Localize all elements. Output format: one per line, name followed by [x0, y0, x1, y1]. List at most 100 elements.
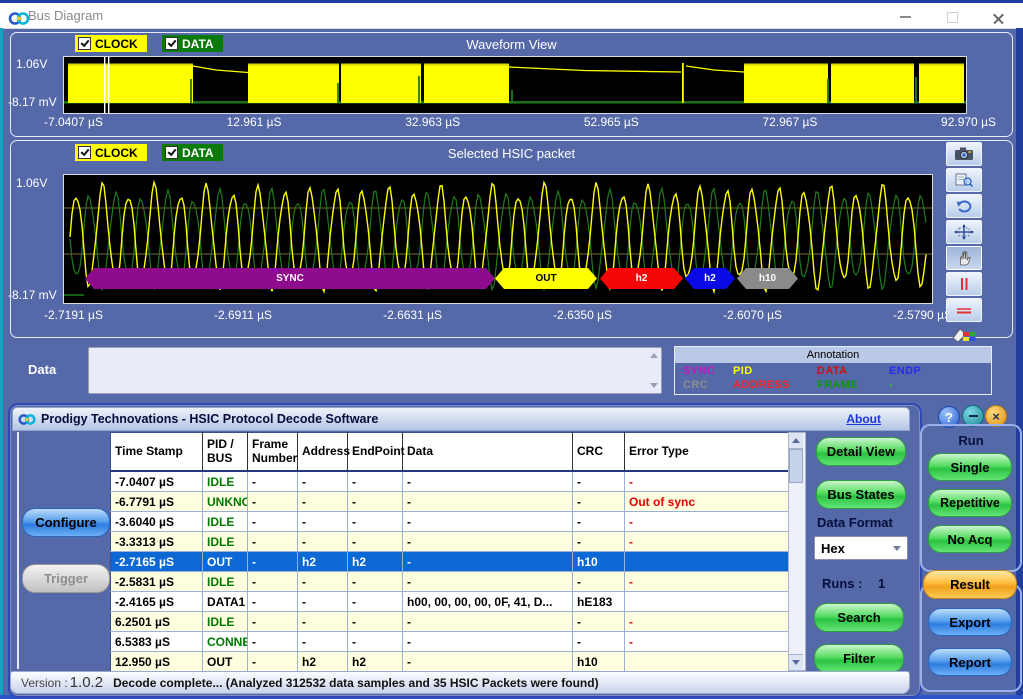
- column-header[interactable]: Error Type: [625, 433, 789, 472]
- table-row[interactable]: 6.2501 µSIDLE------: [111, 612, 789, 632]
- scroll-up-icon[interactable]: [650, 353, 658, 358]
- table-row[interactable]: 12.950 µSOUT-h2h2-h10: [111, 652, 789, 672]
- cell: -2.7165 µS: [111, 552, 203, 572]
- pan-hand-icon[interactable]: [946, 246, 982, 270]
- table-row[interactable]: -3.3313 µSIDLE------: [111, 532, 789, 552]
- annotation-colors-icon[interactable]: [946, 324, 982, 348]
- cell: h2: [298, 652, 348, 672]
- column-header[interactable]: CRC: [573, 433, 625, 472]
- vertical-cursors-icon[interactable]: [946, 272, 982, 296]
- annotation-item: ENDP: [889, 365, 921, 377]
- column-header[interactable]: Frame Number: [248, 433, 298, 472]
- packet-h10[interactable]: h10: [737, 268, 798, 289]
- table-row[interactable]: -2.4165 µSDATA1---h00, 00, 00, 00, 0F, 4…: [111, 592, 789, 612]
- packet-time-axis: -2.7191 µS -2.6911 µS -2.6631 µS -2.6350…: [44, 308, 952, 322]
- packet-h2[interactable]: h2: [685, 268, 735, 289]
- zoom-preview-icon[interactable]: [946, 168, 982, 192]
- cell: IDLE: [203, 572, 248, 592]
- cell: -: [248, 532, 298, 552]
- cell: [625, 652, 789, 672]
- cell: -3.3313 µS: [111, 532, 203, 552]
- column-header[interactable]: Address: [298, 433, 348, 472]
- close-button[interactable]: [982, 7, 1014, 29]
- repetitive-button[interactable]: Repetitive: [928, 489, 1012, 517]
- maximize-button[interactable]: [936, 6, 968, 28]
- data-format-value: Hex: [821, 541, 845, 556]
- app-logo-icon: [8, 11, 30, 26]
- table-row[interactable]: -6.7791 µSUNKNO...-----Out of sync: [111, 492, 789, 512]
- overview-waveform-plot[interactable]: [63, 56, 967, 114]
- time-tick: 92.970 µS: [941, 115, 996, 129]
- bus-states-button[interactable]: Bus States: [816, 480, 906, 509]
- packet-data-checkbox[interactable]: DATA: [162, 144, 223, 161]
- packet-clock-checkbox[interactable]: CLOCK: [75, 144, 147, 161]
- scroll-down-icon[interactable]: [650, 383, 658, 388]
- report-button[interactable]: Report: [928, 648, 1012, 676]
- packet-sync[interactable]: SYNC: [85, 268, 495, 289]
- chevron-down-icon: [893, 546, 901, 551]
- annotation-legend: Annotation SYNCPIDDATAENDPCRCADDRESSFRAM…: [674, 346, 992, 395]
- no-acq-button[interactable]: No Acq: [928, 525, 1012, 553]
- scrollbar-down-button[interactable]: [789, 654, 803, 670]
- cell: -: [248, 592, 298, 612]
- packet-out[interactable]: OUT: [495, 268, 597, 289]
- version-value: 1.0.2: [70, 674, 103, 691]
- trigger-button[interactable]: Trigger: [22, 564, 110, 593]
- close-icon: [992, 12, 1005, 25]
- y-max-label: 1.06V: [16, 57, 47, 71]
- cell: hE183: [573, 592, 625, 612]
- scrollbar-thumb[interactable]: [789, 449, 803, 483]
- cell: OUT: [203, 652, 248, 672]
- table-row[interactable]: -2.5831 µSIDLE------: [111, 572, 789, 592]
- column-header[interactable]: Data: [403, 433, 573, 472]
- annotation-item: FRAME: [817, 379, 858, 391]
- data-format-select[interactable]: Hex: [814, 536, 908, 560]
- time-tick: -2.5790 µS: [893, 308, 952, 322]
- packet-annotation-bar: SYNCOUTh2h2h10: [63, 268, 931, 289]
- column-header[interactable]: EndPoint: [348, 433, 403, 472]
- about-link[interactable]: About: [846, 412, 881, 426]
- run-panel-title: Run: [922, 433, 1020, 448]
- arrow-up-icon: [792, 438, 800, 443]
- clock-checkbox[interactable]: CLOCK: [75, 35, 147, 52]
- minimize-button[interactable]: [889, 6, 921, 28]
- scrollbar-up-button[interactable]: [789, 433, 803, 449]
- undo-icon[interactable]: [946, 194, 982, 218]
- cell: -: [573, 572, 625, 592]
- table-row[interactable]: 6.5383 µSCONNE...------: [111, 632, 789, 652]
- snapshot-camera-icon[interactable]: [946, 142, 982, 166]
- data-field[interactable]: [88, 347, 662, 394]
- cell: h2: [298, 552, 348, 572]
- table-row[interactable]: -2.7165 µSOUT-h2h2-h10: [111, 552, 789, 572]
- export-button[interactable]: Export: [928, 608, 1012, 636]
- annotation-title: Annotation: [675, 347, 991, 363]
- data-checkbox[interactable]: DATA: [162, 35, 223, 52]
- cell: -: [625, 512, 789, 532]
- table-scrollbar[interactable]: [788, 432, 806, 671]
- column-header[interactable]: PID / BUS: [203, 433, 248, 472]
- search-button[interactable]: Search: [814, 603, 904, 632]
- result-tab[interactable]: Result: [923, 570, 1017, 599]
- decoder-inset-left: [17, 432, 19, 669]
- table-row[interactable]: -3.6040 µSIDLE------: [111, 512, 789, 532]
- table-row[interactable]: -7.0407 µSIDLE------: [111, 471, 789, 492]
- configure-button[interactable]: Configure: [22, 508, 110, 537]
- cell: -2.5831 µS: [111, 572, 203, 592]
- window-title: Bus Diagram: [28, 8, 103, 23]
- packet-h2[interactable]: h2: [600, 268, 683, 289]
- fit-view-icon[interactable]: [946, 220, 982, 244]
- cell: -: [348, 572, 403, 592]
- single-button[interactable]: Single: [928, 453, 1012, 481]
- detail-view-button[interactable]: Detail View: [816, 437, 906, 466]
- horizontal-cursors-icon[interactable]: [946, 298, 982, 322]
- time-tick: -2.7191 µS: [44, 308, 103, 322]
- cell: -: [348, 492, 403, 512]
- cell: -: [573, 532, 625, 552]
- packet-clock-checkbox-box: [78, 146, 91, 159]
- column-header[interactable]: Time Stamp: [111, 433, 203, 472]
- cell: -: [403, 652, 573, 672]
- cell: -: [298, 592, 348, 612]
- filter-button[interactable]: Filter: [814, 644, 904, 673]
- runs-value: 1: [878, 576, 885, 591]
- cell: -: [573, 632, 625, 652]
